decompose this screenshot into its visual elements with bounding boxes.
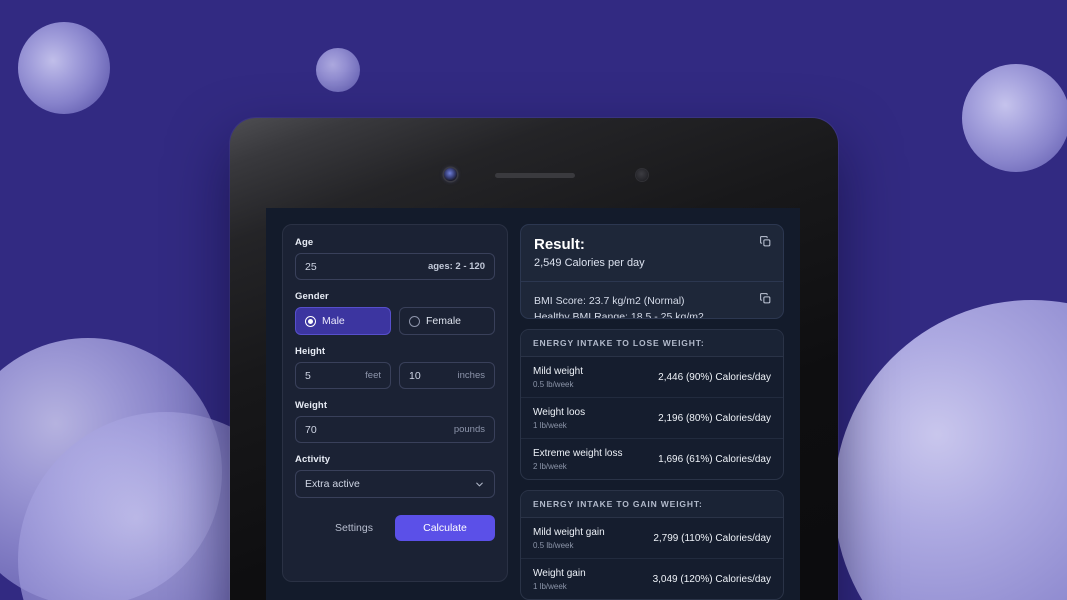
calculate-button[interactable]: Calculate xyxy=(395,515,495,541)
table-row-rate: 1 lb/week xyxy=(533,582,567,591)
decorative-sphere-top-right xyxy=(962,64,1067,172)
results-panel: Result: 2,549 Calories per day BMI Score… xyxy=(520,224,784,600)
table-row-label: Mild weight 0.5 lb/week xyxy=(533,365,583,389)
age-input[interactable]: 25 ages: 2 - 120 xyxy=(295,253,495,280)
weight-input-unit: pounds xyxy=(453,424,485,435)
age-field-group: Age 25 ages: 2 - 120 xyxy=(295,237,495,280)
weight-input-value: 70 xyxy=(305,423,317,436)
weight-label: Weight xyxy=(295,400,328,411)
result-bmi-section: BMI Score: 23.7 kg/m2 (Normal) Healthy B… xyxy=(521,282,783,319)
table-row-rate: 0.5 lb/week xyxy=(533,541,574,550)
decorative-sphere-top-middle xyxy=(316,48,360,92)
table-row-value: 1,696 (61%) Calories/day xyxy=(658,453,771,465)
lose-weight-table: ENERGY INTAKE TO LOSE WEIGHT: Mild weigh… xyxy=(520,329,784,480)
gender-option-male[interactable]: Male xyxy=(295,307,391,335)
table-row-label: Weight loos 1 lb/week xyxy=(533,406,585,430)
settings-button[interactable]: Settings xyxy=(327,518,381,538)
height-inches-unit: inches xyxy=(457,370,485,381)
table-row[interactable]: Mild weight 0.5 lb/week 2,446 (90%) Calo… xyxy=(521,357,783,398)
decorative-sphere-bottom-left-upper xyxy=(0,338,222,600)
table-row[interactable]: Weight loos 1 lb/week 2,196 (80%) Calori… xyxy=(521,398,783,439)
calorie-calculator-app: Age 25 ages: 2 - 120 Gender Male Female … xyxy=(266,208,800,600)
height-inches-value: 10 xyxy=(409,369,421,382)
table-row-name: Weight loos xyxy=(533,407,586,418)
lose-weight-table-header: ENERGY INTAKE TO LOSE WEIGHT: xyxy=(521,330,783,357)
activity-select-value: Extra active xyxy=(305,478,360,490)
form-actions: Settings Calculate xyxy=(295,515,495,541)
gender-option-male-label: Male xyxy=(322,315,345,327)
table-row-value: 2,196 (80%) Calories/day xyxy=(658,412,771,424)
result-primary-section: Result: 2,549 Calories per day xyxy=(521,225,783,282)
speaker-grille-icon xyxy=(495,173,575,178)
gender-option-female-label: Female xyxy=(426,315,462,327)
table-row-name: Extreme weight loss xyxy=(533,448,623,459)
table-row-value: 3,049 (120%) Calories/day xyxy=(652,573,771,585)
page-root: Age 25 ages: 2 - 120 Gender Male Female … xyxy=(0,0,1067,600)
gain-weight-table-header: ENERGY INTAKE TO GAIN WEIGHT: xyxy=(521,491,783,518)
height-inputs-row: 5 feet 10 inches xyxy=(295,362,495,389)
gender-field-group: Gender Male Female xyxy=(295,291,495,335)
table-row[interactable]: Mild weight gain 0.5 lb/week 2,799 (110%… xyxy=(521,518,783,559)
activity-label: Activity xyxy=(295,454,331,465)
result-bmi-score: BMI Score: 23.7 kg/m2 (Normal) xyxy=(534,295,685,307)
table-row-label: Mild weight gain 0.5 lb/week xyxy=(533,526,605,550)
table-row-label: Weight gain 1 lb/week xyxy=(533,567,586,591)
chevron-down-icon xyxy=(474,479,485,490)
table-row-value: 2,799 (110%) Calories/day xyxy=(653,532,771,544)
result-title: Result: xyxy=(534,236,585,253)
table-row-value: 2,446 (90%) Calories/day xyxy=(658,371,771,383)
tablet-screen: Age 25 ages: 2 - 120 Gender Male Female … xyxy=(266,208,800,600)
height-feet-input[interactable]: 5 feet xyxy=(295,362,391,389)
copy-icon[interactable] xyxy=(759,292,772,305)
age-label: Age xyxy=(295,237,314,248)
gain-weight-table: ENERGY INTAKE TO GAIN WEIGHT: Mild weigh… xyxy=(520,490,784,600)
radio-icon-male xyxy=(305,315,316,327)
table-row[interactable]: Extreme weight loss 2 lb/week 1,696 (61%… xyxy=(521,439,783,479)
tablet-top-bezel xyxy=(238,126,830,208)
table-row-label: Extreme weight loss 2 lb/week xyxy=(533,447,622,471)
table-row-name: Weight gain xyxy=(533,568,586,579)
height-inches-input[interactable]: 10 inches xyxy=(399,362,495,389)
table-row-rate: 2 lb/week xyxy=(533,462,567,471)
height-feet-unit: feet xyxy=(365,370,381,381)
weight-field-group: Weight 70 pounds xyxy=(295,400,495,443)
table-row-rate: 0.5 lb/week xyxy=(533,380,574,389)
sensor-icon xyxy=(636,169,648,181)
camera-icon xyxy=(444,168,457,181)
result-card: Result: 2,549 Calories per day BMI Score… xyxy=(520,224,784,319)
gender-radio-group: Male Female xyxy=(295,307,495,335)
radio-icon-female xyxy=(409,315,420,327)
gender-label: Gender xyxy=(295,291,329,302)
activity-field-group: Activity Extra active xyxy=(295,454,495,498)
age-input-value: 25 xyxy=(305,260,317,273)
table-row[interactable]: Weight gain 1 lb/week 3,049 (120%) Calor… xyxy=(521,559,783,599)
table-row-rate: 1 lb/week xyxy=(533,421,567,430)
height-label: Height xyxy=(295,346,326,357)
decorative-sphere-top-left xyxy=(18,22,110,114)
height-field-group: Height 5 feet 10 inches xyxy=(295,346,495,389)
weight-input[interactable]: 70 pounds xyxy=(295,416,495,443)
height-feet-value: 5 xyxy=(305,369,311,382)
activity-select[interactable]: Extra active xyxy=(295,470,495,498)
table-row-name: Mild weight xyxy=(533,366,584,377)
decorative-sphere-bottom-right xyxy=(834,300,1067,600)
input-form-panel: Age 25 ages: 2 - 120 Gender Male Female … xyxy=(282,224,508,582)
result-calories: 2,549 Calories per day xyxy=(534,257,645,269)
copy-icon[interactable] xyxy=(759,235,772,248)
age-input-hint: ages: 2 - 120 xyxy=(427,261,485,272)
gender-option-female[interactable]: Female xyxy=(399,307,495,335)
table-row-name: Mild weight gain xyxy=(533,527,605,538)
result-bmi-range: Healthy BMI Range: 18.5 - 25 kg/m2 xyxy=(534,311,704,319)
